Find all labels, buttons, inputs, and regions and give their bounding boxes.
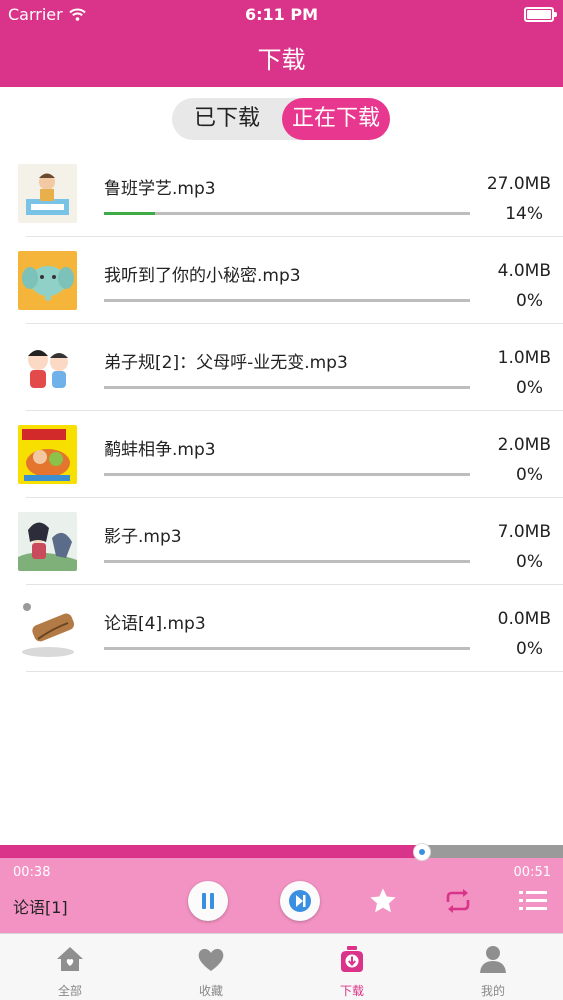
progress-track <box>104 647 470 650</box>
page-title: 下载 <box>257 46 306 74</box>
next-icon <box>289 890 311 912</box>
next-track-button[interactable] <box>280 881 320 921</box>
file-size: 0.0MB <box>497 609 551 629</box>
item-title: 鲁班学艺.mp3 <box>104 179 216 199</box>
list-item[interactable]: 影子.mp3 7.0MB 0% <box>0 498 563 585</box>
user-icon <box>480 946 506 973</box>
progress-track <box>104 560 470 563</box>
luban-cover-thumbnail <box>18 164 77 223</box>
playlist-icon <box>519 891 547 910</box>
favorite-button[interactable] <box>367 885 399 917</box>
nav-header: Carrier 6:11 PM 下载 <box>0 0 563 87</box>
item-title: 影子.mp3 <box>104 527 182 547</box>
file-size: 27.0MB <box>486 174 551 194</box>
progress-percent: 14% <box>505 204 543 224</box>
story-cover-thumbnail <box>18 425 77 484</box>
current-time: 00:38 <box>13 865 51 880</box>
file-size: 1.0MB <box>497 348 551 368</box>
progress-percent: 0% <box>516 552 543 572</box>
tab-downloaded[interactable]: 已下载 <box>172 98 282 140</box>
list-item[interactable]: 弟子规[2]：父母呼-业无变.mp3 1.0MB 0% <box>0 324 563 411</box>
download-list: 鲁班学艺.mp3 27.0MB 14% 我听到了你的小秘密.mp3 4.0MB … <box>0 150 563 672</box>
lunyu-cover-thumbnail <box>18 599 77 658</box>
item-title: 弟子规[2]：父母呼-业无变.mp3 <box>104 353 348 373</box>
heart-icon <box>198 948 224 971</box>
repeat-icon <box>446 889 470 913</box>
now-playing-title: 论语[1] <box>13 898 68 917</box>
tab-downloading[interactable]: 正在下载 <box>282 98 390 140</box>
tab-all[interactable]: 全部 <box>14 934 126 1000</box>
tab-label: 全部 <box>57 984 82 998</box>
star-icon <box>370 888 396 913</box>
file-size: 4.0MB <box>497 261 551 281</box>
total-time: 00:51 <box>513 865 551 880</box>
home-icon <box>57 947 83 971</box>
battery-icon <box>524 7 557 22</box>
seek-bar-played[interactable] <box>0 845 422 858</box>
tab-downloads[interactable]: 下载 <box>296 934 408 1000</box>
file-size: 2.0MB <box>497 435 551 455</box>
tab-label: 下载 <box>339 984 364 998</box>
playlist-button[interactable] <box>519 889 549 913</box>
tab-bar: 全部 收藏 下载 我的 <box>0 933 563 1000</box>
seek-bar-remaining[interactable] <box>422 845 563 858</box>
progress-track <box>104 386 470 389</box>
item-title: 论语[4].mp3 <box>104 614 206 634</box>
status-bar: Carrier 6:11 PM <box>0 0 563 30</box>
list-item[interactable]: 鲁班学艺.mp3 27.0MB 14% <box>0 150 563 237</box>
progress-percent: 0% <box>516 378 543 398</box>
tab-label: 收藏 <box>198 984 223 998</box>
download-segment-control: 已下载 正在下载 <box>172 98 390 140</box>
status-time: 6:11 PM <box>244 5 318 24</box>
item-title: 鹬蚌相争.mp3 <box>104 440 216 460</box>
progress-percent: 0% <box>516 291 543 311</box>
progress-track <box>104 212 470 215</box>
mini-player: 00:38 00:51 论语[1] <box>0 843 563 933</box>
list-item[interactable]: 我听到了你的小秘密.mp3 4.0MB 0% <box>0 237 563 324</box>
progress-track <box>104 299 470 302</box>
file-size: 7.0MB <box>497 522 551 542</box>
dizigui-cover-thumbnail <box>18 338 77 397</box>
tab-profile[interactable]: 我的 <box>437 934 549 1000</box>
list-item[interactable]: 论语[4].mp3 0.0MB 0% <box>0 585 563 672</box>
tab-label: 我的 <box>480 984 505 998</box>
progress-track <box>104 473 470 476</box>
seek-handle[interactable] <box>413 843 431 861</box>
download-icon <box>341 946 363 972</box>
tab-favorites[interactable]: 收藏 <box>155 934 267 1000</box>
elephant-cover-thumbnail <box>18 251 77 310</box>
item-title: 我听到了你的小秘密.mp3 <box>104 266 301 286</box>
progress-percent: 0% <box>516 465 543 485</box>
repeat-button[interactable] <box>443 887 473 915</box>
progress-fill <box>104 212 156 215</box>
list-item[interactable]: 鹬蚌相争.mp3 2.0MB 0% <box>0 411 563 498</box>
pause-button[interactable] <box>188 881 228 921</box>
progress-percent: 0% <box>516 639 543 659</box>
pause-icon <box>202 893 214 909</box>
shadow-cover-thumbnail <box>18 512 77 571</box>
